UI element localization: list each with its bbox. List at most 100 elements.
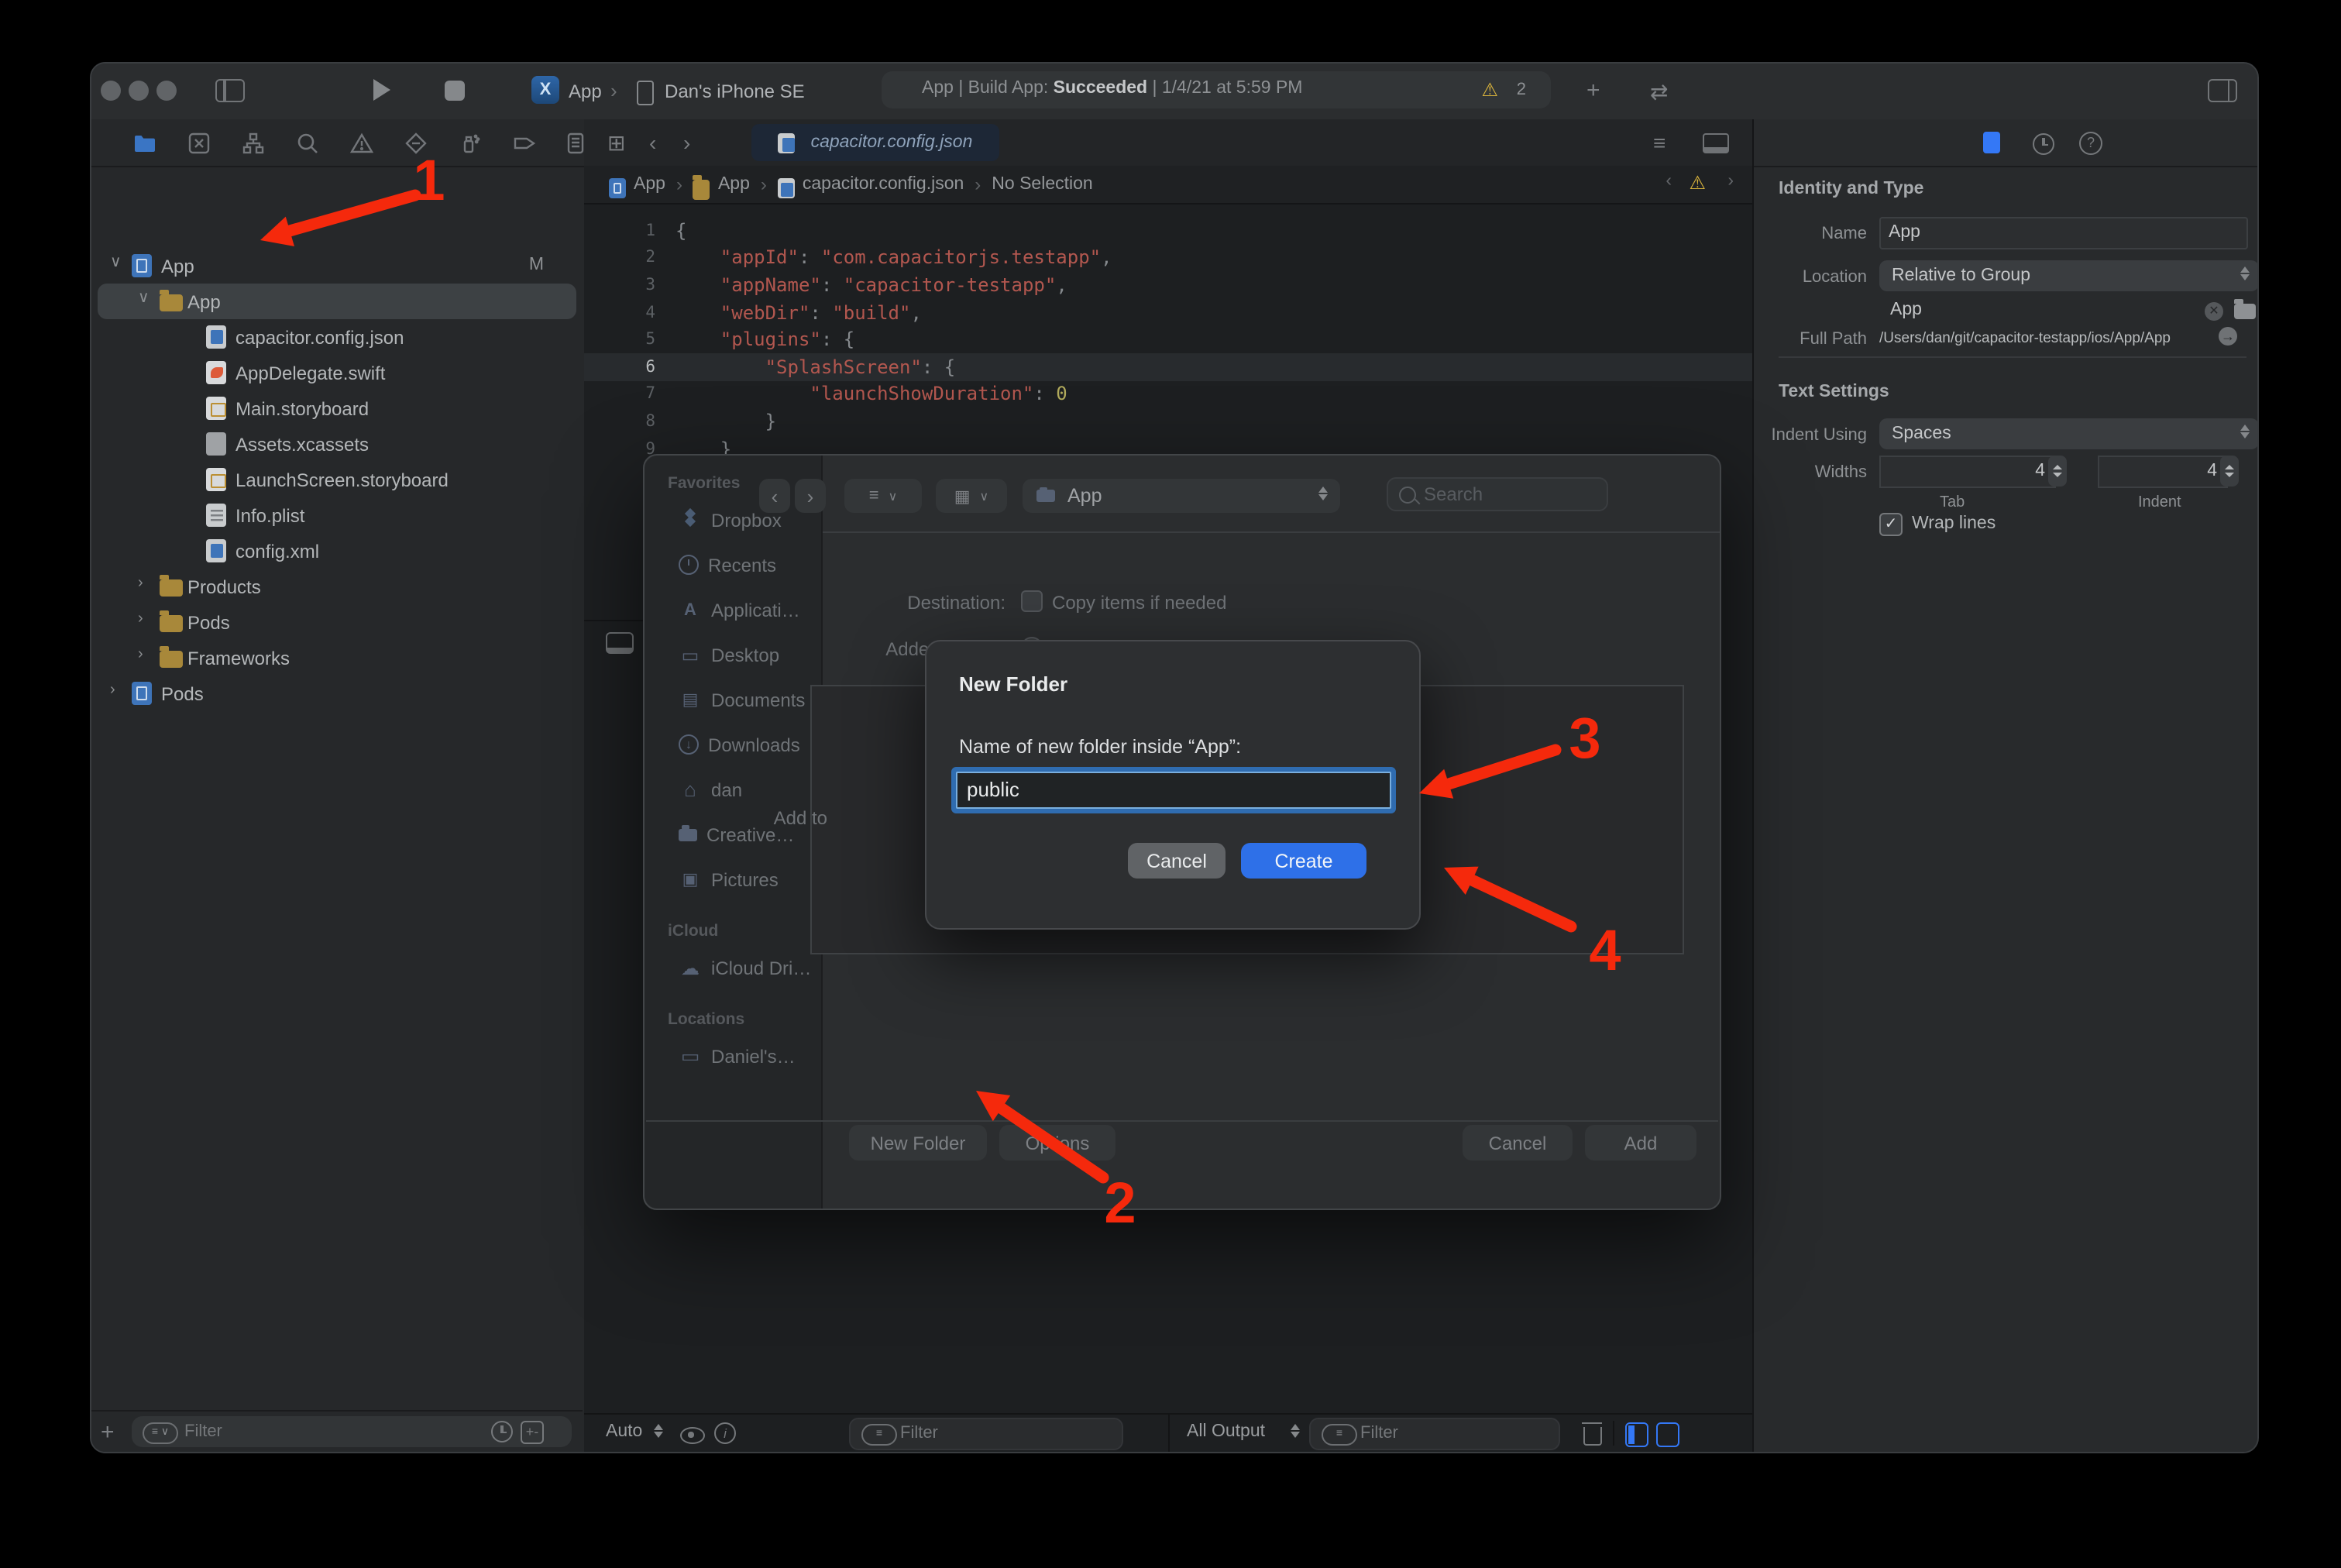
quick-look-icon[interactable]: [680, 1427, 705, 1444]
file-tree-row[interactable]: ›Pods: [91, 604, 584, 640]
folder-name-input[interactable]: public: [956, 772, 1391, 809]
grid-view-icon[interactable]: ⊞: [607, 130, 625, 156]
sidebar-item[interactable]: dan: [645, 767, 821, 812]
sidebar-item[interactable]: Daniel's…: [645, 1033, 821, 1078]
file-tree-row[interactable]: LaunchScreen.storyboard: [91, 462, 584, 497]
choose-folder-icon[interactable]: [2234, 304, 2256, 319]
breadcrumb-item[interactable]: App: [609, 174, 665, 194]
source-control-status-icon[interactable]: +-: [521, 1420, 544, 1443]
chevron-right-icon[interactable]: ›: [138, 575, 143, 592]
warning-icon[interactable]: ⚠: [1481, 79, 1498, 101]
breadcrumb-item[interactable]: capacitor.config.json: [778, 174, 964, 194]
help-inspector-icon[interactable]: ?: [2079, 132, 2102, 155]
code-line[interactable]: 1{: [584, 217, 1752, 244]
tab-capacitor-config[interactable]: capacitor.config.json: [751, 124, 999, 161]
dialog-cancel-button[interactable]: Cancel: [1128, 843, 1226, 879]
indent-using-popup[interactable]: Spaces: [1879, 418, 2259, 449]
tab-width-stepper[interactable]: [2048, 456, 2067, 487]
run-button[interactable]: [373, 79, 390, 101]
project-navigator-icon[interactable]: [133, 132, 156, 155]
chevron-right-icon[interactable]: ›: [138, 610, 143, 628]
breakpoint-navigator-icon[interactable]: [513, 132, 536, 155]
file-tree-row[interactable]: Assets.xcassets: [91, 426, 584, 462]
file-tree-row[interactable]: ∨App: [91, 284, 584, 319]
file-tree-row[interactable]: config.xml: [91, 533, 584, 569]
code-line[interactable]: 6 "SplashScreen": {: [584, 353, 1752, 380]
minimize-window-button[interactable]: [129, 81, 149, 101]
scheme-name[interactable]: App: [569, 81, 602, 102]
file-tree-row[interactable]: ›Pods: [91, 676, 584, 711]
dialog-create-button[interactable]: Create: [1241, 843, 1366, 879]
file-inspector-icon[interactable]: [1983, 132, 2000, 153]
previous-issue-icon[interactable]: ‹: [1666, 172, 1672, 191]
file-tree-row[interactable]: ›Frameworks: [91, 640, 584, 676]
file-tree-row[interactable]: capacitor.config.json: [91, 319, 584, 355]
file-tree-row[interactable]: AppDelegate.swift: [91, 355, 584, 390]
console-scope[interactable]: All Output: [1187, 1422, 1265, 1441]
editor-swap-icon[interactable]: ⇄: [1650, 81, 1668, 102]
sidebar-item[interactable]: Documents: [645, 677, 821, 722]
file-tree-row[interactable]: Main.storyboard: [91, 390, 584, 426]
debug-area-toggle-icon[interactable]: [606, 632, 634, 654]
run-destination[interactable]: Dan's iPhone SE: [665, 81, 805, 102]
sidebar-item[interactable]: iCloud Dri…: [645, 945, 821, 990]
source-control-navigator-icon[interactable]: [187, 132, 211, 155]
chevron-down-icon[interactable]: ∨: [138, 290, 150, 307]
file-tree-row[interactable]: Info.plist: [91, 497, 584, 533]
back-button[interactable]: ‹: [759, 479, 790, 513]
chevron-right-icon[interactable]: ›: [110, 682, 115, 699]
activity-status-bar[interactable]: App | Build App: Succeeded | 1/4/21 at 5…: [882, 71, 1551, 108]
sheet-add-button[interactable]: Add: [1585, 1125, 1696, 1161]
variables-view-scope[interactable]: Auto: [606, 1422, 642, 1441]
add-file-icon[interactable]: +: [101, 1421, 115, 1444]
sidebar-item[interactable]: Recents: [645, 542, 821, 587]
sheet-cancel-button[interactable]: Cancel: [1463, 1125, 1573, 1161]
file-tree-row[interactable]: ›Products: [91, 569, 584, 604]
code-line[interactable]: 2 "appId": "com.capacitorjs.testapp",: [584, 244, 1752, 271]
indent-width-stepper[interactable]: [2220, 456, 2239, 487]
close-window-button[interactable]: [101, 81, 121, 101]
wrap-lines-checkbox[interactable]: ✓: [1879, 513, 1903, 536]
copy-items-checkbox[interactable]: [1021, 590, 1043, 612]
symbol-navigator-icon[interactable]: [242, 132, 265, 155]
sidebar-item[interactable]: Downloads: [645, 722, 821, 767]
toggle-navigator-icon[interactable]: [215, 79, 245, 102]
library-plus-icon[interactable]: +: [1586, 79, 1600, 102]
search-field[interactable]: Search: [1387, 477, 1608, 511]
code-line[interactable]: 8 }: [584, 407, 1752, 435]
sidebar-item[interactable]: Desktop: [645, 632, 821, 677]
stop-button[interactable]: [445, 80, 465, 100]
icon-view-button[interactable]: ▦∨: [936, 479, 1007, 513]
toggle-inspector-icon[interactable]: [2208, 79, 2237, 102]
file-tree-row[interactable]: ∨AppM: [91, 248, 584, 284]
chevron-down-icon[interactable]: ∨: [110, 254, 122, 271]
sidebar-item[interactable]: Applicati…: [645, 587, 821, 632]
back-icon[interactable]: ‹: [649, 130, 656, 155]
code-line[interactable]: 7 "launchShowDuration": 0: [584, 380, 1752, 407]
reveal-path-icon[interactable]: →: [2219, 327, 2237, 346]
code-editor[interactable]: 1{2 "appId": "com.capacitorjs.testapp",3…: [584, 217, 1752, 462]
name-field[interactable]: App: [1879, 217, 2248, 249]
console-filter-field[interactable]: ≡ Filter: [1309, 1418, 1560, 1450]
forward-button[interactable]: ›: [795, 479, 826, 513]
breadcrumb-item[interactable]: No Selection: [992, 175, 1092, 194]
clear-group-icon[interactable]: ✕: [2205, 302, 2223, 321]
next-issue-icon[interactable]: ›: [1727, 172, 1734, 191]
options-button[interactable]: Options: [999, 1125, 1115, 1161]
code-line[interactable]: 4 "webDir": "build",: [584, 299, 1752, 326]
search-navigator-icon[interactable]: [296, 132, 319, 155]
scheme-app-icon[interactable]: X: [531, 76, 559, 104]
code-line[interactable]: 3 "appName": "capacitor-testapp",: [584, 271, 1752, 298]
list-view-button[interactable]: ≡∨: [844, 479, 922, 513]
new-folder-button[interactable]: New Folder: [849, 1125, 987, 1161]
console-divider[interactable]: [1168, 1415, 1170, 1452]
issue-navigator-icon[interactable]: [350, 132, 373, 155]
navigator-filter-field[interactable]: ≡ ∨ Filter +-: [132, 1415, 572, 1446]
folder-popup[interactable]: App: [1023, 479, 1340, 513]
indent-width-field[interactable]: 4: [2098, 456, 2228, 488]
sidebar-item[interactable]: Pictures: [645, 857, 821, 902]
variables-filter-field[interactable]: ≡ Filter: [849, 1418, 1123, 1450]
history-inspector-icon[interactable]: [2033, 133, 2054, 155]
tab-width-field[interactable]: 4: [1879, 456, 2056, 488]
print-description-icon[interactable]: i: [714, 1422, 736, 1444]
